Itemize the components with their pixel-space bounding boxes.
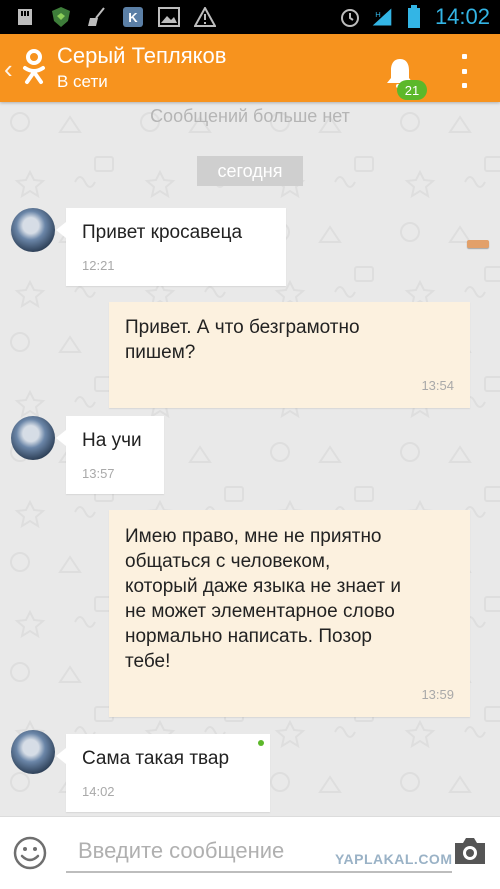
shield-icon xyxy=(50,6,72,28)
message-text: Привет. А что безграмотно пишем? xyxy=(125,317,360,363)
battery-icon xyxy=(403,5,425,28)
notification-badge: 21 xyxy=(397,80,427,100)
warning-icon xyxy=(194,6,216,28)
smiley-icon[interactable] xyxy=(12,835,48,871)
message-bubble-incoming[interactable]: Привет кросавеца 12:21 xyxy=(56,208,286,286)
message-time: 13:54 xyxy=(421,378,454,393)
message-time: 14:02 xyxy=(82,784,115,799)
message-time: 13:57 xyxy=(82,466,115,481)
message-text: Сама такая твар xyxy=(82,748,230,769)
contact-name[interactable]: Серый Тепляков xyxy=(57,43,226,69)
contact-avatar[interactable] xyxy=(11,208,55,252)
svg-text:H: H xyxy=(375,10,381,19)
sd-card-icon xyxy=(14,6,36,28)
app-bar: ‹ Серый Тепляков В сети 21 xyxy=(0,34,500,102)
broom-icon xyxy=(86,6,108,28)
overflow-menu-icon[interactable] xyxy=(459,54,469,88)
message-bubble-outgoing[interactable]: Имею право, мне не приятно общаться с че… xyxy=(109,510,470,717)
signal-icon: H xyxy=(371,6,393,28)
alarm-icon xyxy=(339,6,361,28)
contact-avatar[interactable] xyxy=(11,416,55,460)
date-separator: сегодня xyxy=(197,156,303,186)
contact-status: В сети xyxy=(57,72,108,91)
odnoklassniki-logo-icon[interactable] xyxy=(22,48,46,88)
contact-avatar[interactable] xyxy=(11,730,55,774)
message-text: Имею право, мне не приятно общаться с че… xyxy=(125,526,401,672)
clock-time: 14:02 xyxy=(434,4,490,29)
composer-bar: YAPLAKAL.COM xyxy=(0,816,500,889)
message-text: Привет кросавеца xyxy=(82,222,243,243)
message-bubble-incoming[interactable]: На учи 13:57 xyxy=(56,416,164,494)
online-indicator xyxy=(258,740,264,746)
message-text: На учи xyxy=(82,430,142,451)
message-time: 13:59 xyxy=(421,687,454,702)
watermark: YAPLAKAL.COM xyxy=(335,851,453,867)
camera-icon[interactable] xyxy=(452,835,488,867)
svg-text:K: K xyxy=(128,10,138,25)
status-bar: K H 14:02 xyxy=(0,0,500,34)
image-icon xyxy=(158,6,180,28)
back-chevron-icon[interactable]: ‹ xyxy=(4,54,13,85)
message-bubble-outgoing[interactable]: Привет. А что безграмотно пишем? 13:54 xyxy=(109,302,470,408)
message-time: 12:21 xyxy=(82,258,115,273)
no-more-messages-label: Сообщений больше нет xyxy=(150,106,350,126)
message-bubble-incoming[interactable]: Сама такая твар 14:02 xyxy=(56,734,270,812)
side-handle[interactable] xyxy=(467,240,489,248)
vk-icon: K xyxy=(122,6,144,28)
chat-area[interactable]: Сообщений больше нет сегодня Привет крос… xyxy=(0,102,500,816)
